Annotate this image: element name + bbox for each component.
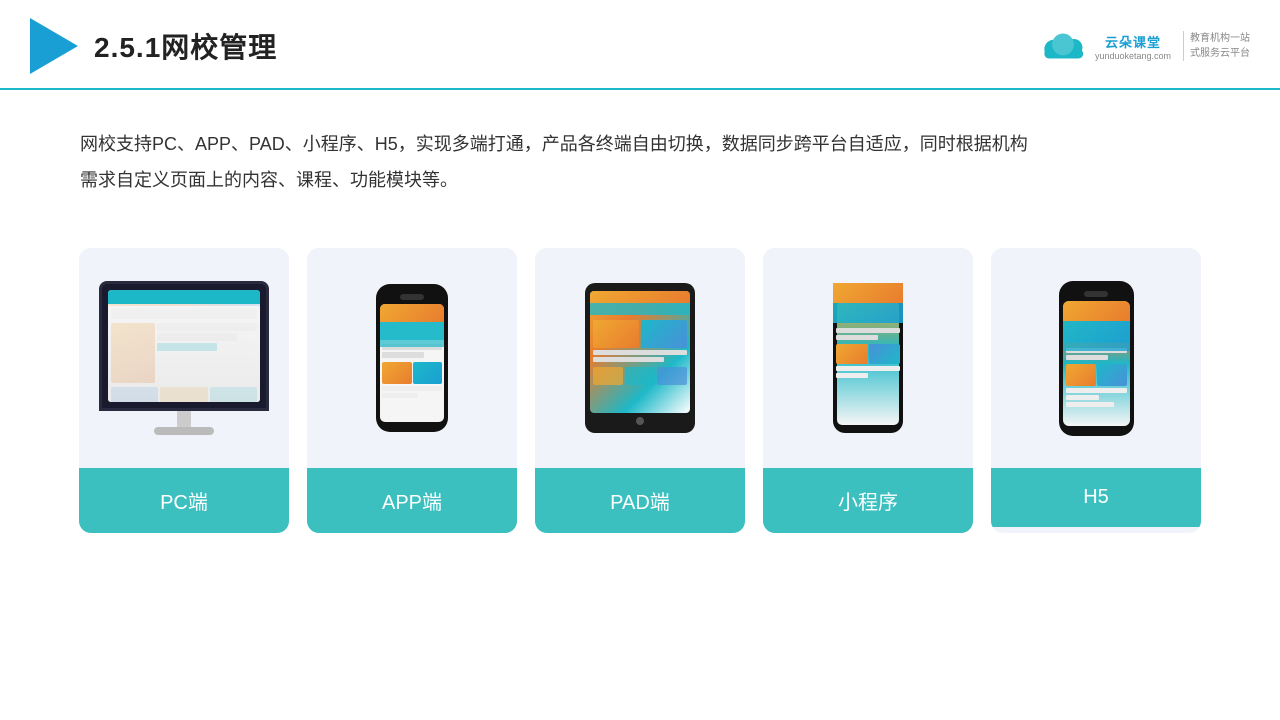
description-paragraph: 网校支持PC、APP、PAD、小程序、H5，实现多端打通，产品各终端自由切换，数… bbox=[80, 126, 1200, 198]
brand-cloud-icon bbox=[1039, 32, 1087, 60]
description-text: 网校支持PC、APP、PAD、小程序、H5，实现多端打通，产品各终端自由切换，数… bbox=[0, 90, 1280, 218]
card-pad-image bbox=[535, 248, 745, 468]
header-right: 云朵课堂 yunduoketang.com 教育机构一站 式服务云平台 bbox=[1039, 31, 1250, 61]
card-app-label: APP端 bbox=[307, 468, 517, 533]
brand-slogan: 教育机构一站 式服务云平台 bbox=[1183, 31, 1250, 61]
brand-logo: 云朵课堂 yunduoketang.com bbox=[1095, 32, 1171, 61]
card-pc: PC端 bbox=[79, 248, 289, 533]
card-pc-label: PC端 bbox=[79, 468, 289, 533]
brand-slogan-line2: 式服务云平台 bbox=[1190, 46, 1250, 61]
pc-monitor-icon bbox=[99, 281, 269, 435]
header: 2.5.1网校管理 云朵课堂 yunduoketang.com 教育机构一站 式… bbox=[0, 0, 1280, 90]
card-app: APP端 bbox=[307, 248, 517, 533]
app-phone-icon bbox=[376, 284, 448, 432]
pad-tablet-icon bbox=[585, 283, 695, 433]
brand-url: yunduoketang.com bbox=[1095, 51, 1171, 61]
brand-slogan-line1: 教育机构一站 bbox=[1190, 31, 1250, 46]
card-pad: PAD端 bbox=[535, 248, 745, 533]
card-miniprogram-image bbox=[763, 248, 973, 468]
card-h5-image bbox=[991, 248, 1201, 468]
brand-name: 云朵课堂 bbox=[1105, 32, 1161, 51]
card-h5-label: H5 bbox=[991, 468, 1201, 527]
card-miniprogram: 小程序 bbox=[763, 248, 973, 533]
card-pad-label: PAD端 bbox=[535, 468, 745, 533]
h5-phone-icon bbox=[1059, 281, 1134, 436]
header-left: 2.5.1网校管理 bbox=[30, 18, 277, 74]
card-app-image bbox=[307, 248, 517, 468]
card-miniprogram-label: 小程序 bbox=[763, 468, 973, 533]
card-pc-image bbox=[79, 248, 289, 468]
page-title: 2.5.1网校管理 bbox=[94, 26, 277, 66]
card-h5: H5 bbox=[991, 248, 1201, 533]
cards-container: PC端 bbox=[0, 228, 1280, 533]
miniprogram-phone-icon bbox=[833, 283, 903, 433]
logo-triangle-icon bbox=[30, 18, 78, 74]
